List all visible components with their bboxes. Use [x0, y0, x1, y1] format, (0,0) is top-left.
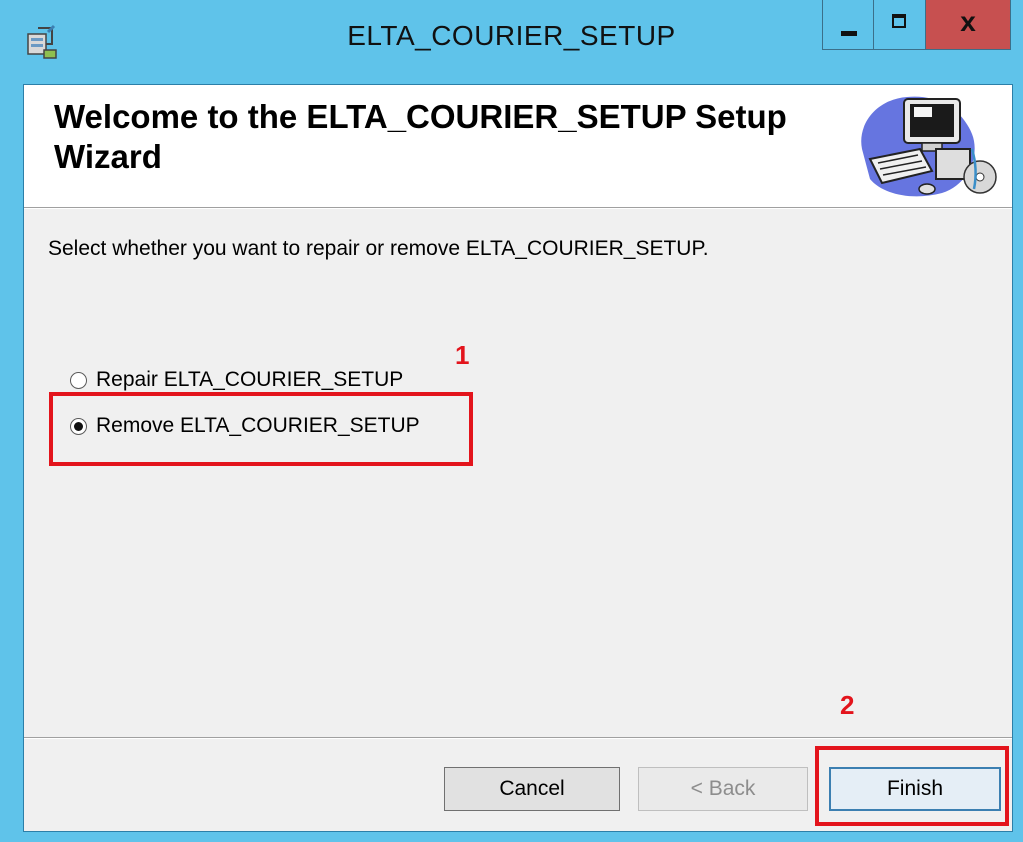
repair-radio-button[interactable] [70, 371, 87, 389]
wizard-banner: Welcome to the ELTA_COURIER_SETUP Setup … [24, 85, 1012, 208]
minimize-icon [841, 31, 857, 36]
computer-setup-graphic [861, 96, 997, 197]
annotation-step-2: 2 [840, 690, 855, 720]
cancel-button[interactable]: Cancel [444, 767, 620, 811]
repair-option-label: Repair ELTA_COURIER_SETUP [96, 368, 404, 391]
maximize-icon [892, 14, 906, 28]
annotation-highlight-remove-option [49, 392, 473, 466]
banner-title: Welcome to the ELTA_COURIER_SETUP Setup … [54, 98, 787, 175]
maximize-button[interactable] [874, 0, 926, 50]
close-icon: x [960, 6, 976, 37]
title-bar[interactable]: ELTA_COURIER_SETUP x [0, 0, 1023, 80]
annotation-highlight-finish-button [815, 746, 1009, 826]
instruction-text: Select whether you want to repair or rem… [48, 237, 709, 260]
banner-separator [24, 208, 1012, 209]
annotation-step-1: 1 [455, 340, 470, 370]
installer-window: ELTA_COURIER_SETUP x Welcome to the ELTA… [0, 0, 1023, 842]
footer-divider-highlight [24, 738, 1012, 739]
minimize-button[interactable] [822, 0, 874, 50]
close-button[interactable]: x [926, 0, 1011, 50]
repair-option[interactable]: Repair ELTA_COURIER_SETUP [70, 365, 403, 395]
back-button[interactable]: < Back [638, 767, 808, 811]
